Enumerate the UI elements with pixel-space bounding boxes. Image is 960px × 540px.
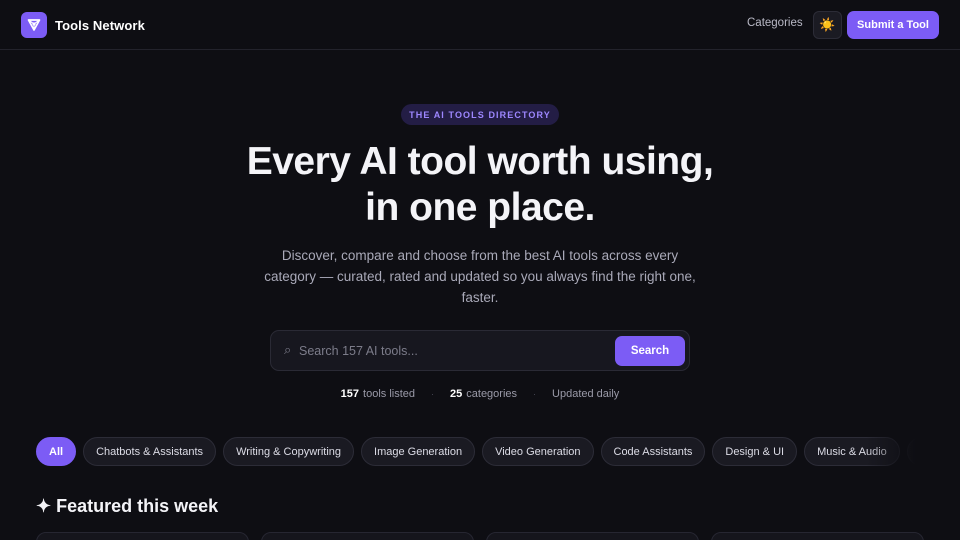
- eyebrow-badge: THE AI TOOLS DIRECTORY: [401, 104, 559, 125]
- stat-updated: Updated daily: [552, 388, 620, 400]
- stat-categories: 25 categories: [450, 388, 517, 400]
- theme-toggle-button[interactable]: ☀️: [813, 11, 842, 39]
- search-bar: ⌕ Search: [270, 330, 690, 371]
- category-pill-chatbots-assistants[interactable]: Chatbots & Assistants: [83, 437, 217, 466]
- hero-subtitle: Discover, compare and choose from the be…: [264, 248, 696, 305]
- category-pill-writing-copywriting[interactable]: Writing & Copywriting: [223, 437, 355, 466]
- stat-categories-label: categories: [466, 388, 518, 400]
- stat-separator: ·: [533, 389, 537, 399]
- stat-categories-count: 25: [450, 388, 463, 400]
- hero-title: Every AI tool worth using, in one place.: [246, 140, 714, 229]
- triangle-network-icon: [21, 12, 47, 38]
- top-navbar: Tools Network Categories ☀️ Submit a Too…: [0, 0, 960, 50]
- category-pill-voice-text-to-speech[interactable]: Voice & Text-to-Speech: [906, 437, 916, 466]
- brand-name: Tools Network: [55, 17, 145, 33]
- stat-separator: ·: [431, 389, 435, 399]
- brand[interactable]: Tools Network: [21, 12, 145, 38]
- category-pill-design-ui[interactable]: Design & UI: [712, 437, 798, 466]
- featured-card[interactable]: [711, 532, 924, 540]
- featured-section-title: ✦ Featured this week: [36, 496, 219, 516]
- search-button[interactable]: Search: [615, 336, 685, 366]
- category-pill-image-generation[interactable]: Image Generation: [361, 437, 476, 466]
- search-input[interactable]: [299, 339, 599, 363]
- featured-card[interactable]: [36, 532, 249, 540]
- stat-tools: 157 tools listed: [341, 388, 415, 400]
- category-filter-bar: All Chatbots & Assistants Writing & Copywr…: [36, 437, 916, 466]
- stat-tools-label: tools listed: [363, 388, 416, 400]
- submit-tool-button[interactable]: Submit a Tool: [847, 11, 939, 39]
- page: Tools Network Categories ☀️ Submit a Too…: [0, 0, 960, 540]
- category-pill-music-audio[interactable]: Music & Audio: [804, 437, 900, 466]
- stats-row: 157 tools listed · 25 categories · Updated…: [230, 387, 730, 401]
- nav-link-categories[interactable]: Categories: [747, 17, 803, 29]
- category-pills: All Chatbots & Assistants Writing & Copywr…: [36, 437, 916, 466]
- category-pill-code-assistants[interactable]: Code Assistants: [600, 437, 706, 466]
- sun-icon: ☀️: [819, 17, 836, 33]
- featured-card[interactable]: [261, 532, 474, 540]
- category-pill-video-generation[interactable]: Video Generation: [482, 437, 594, 466]
- search-icon: ⌕: [284, 343, 292, 358]
- stat-tools-count: 157: [340, 388, 360, 400]
- category-pill-all[interactable]: All: [36, 437, 77, 466]
- featured-card[interactable]: [486, 532, 699, 540]
